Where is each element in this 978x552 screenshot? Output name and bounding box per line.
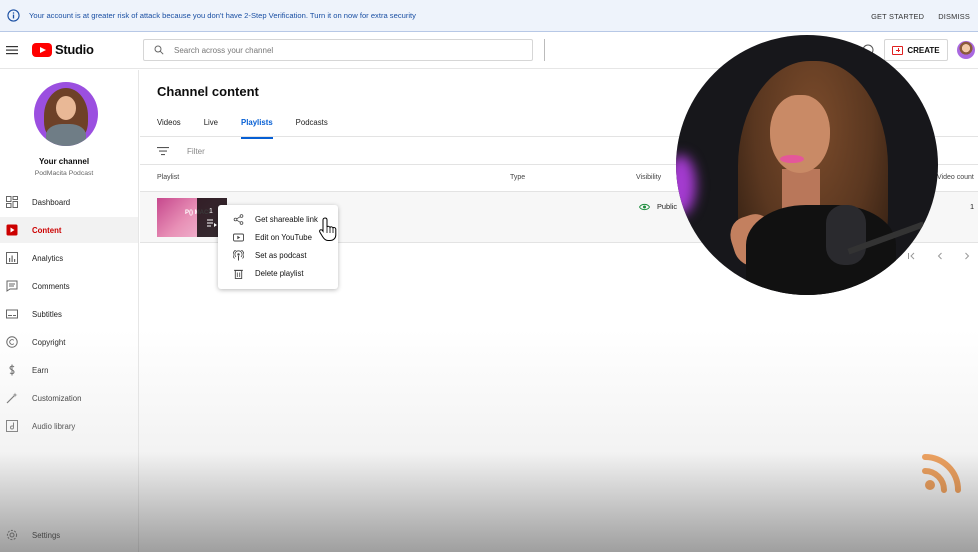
podcast-icon (233, 250, 244, 261)
create-video-icon (892, 45, 904, 55)
menu-item-set-as-podcast[interactable]: Set as podcast (218, 246, 338, 264)
info-icon (7, 9, 20, 22)
sidebar-item-label: Subtitles (32, 309, 62, 319)
audio-library-icon (6, 420, 18, 432)
playlist-icon (207, 219, 217, 227)
menu-icon[interactable] (6, 44, 18, 56)
search-box[interactable] (143, 39, 533, 61)
customization-icon (6, 392, 18, 404)
sidebar-item-label: Copyright (32, 337, 66, 347)
sidebar-item-content[interactable]: Content (0, 217, 138, 243)
sidebar-item-label: Analytics (32, 253, 64, 263)
hand-cursor-icon (319, 217, 337, 241)
search-input[interactable] (174, 45, 504, 55)
content-icon (6, 224, 18, 236)
create-label: CREATE (907, 45, 940, 55)
dismiss-button[interactable]: DISMISS (938, 12, 970, 21)
your-channel-label: Your channel (38, 157, 90, 166)
account-avatar[interactable] (957, 41, 975, 59)
menu-item-label: Set as podcast (255, 250, 307, 260)
next-page-icon[interactable] (962, 251, 972, 261)
sidebar-item-analytics[interactable]: Analytics (0, 245, 138, 271)
sidebar-item-label: Dashboard (32, 197, 71, 207)
sidebar: Your channel PodMacita Podcast Dashboard… (0, 70, 139, 552)
column-header-visibility[interactable]: Visibility (636, 174, 661, 181)
page-title: Channel content (157, 84, 259, 99)
microphone (826, 205, 866, 265)
sidebar-item-comments[interactable]: Comments (0, 273, 138, 299)
create-button[interactable]: CREATE (884, 39, 948, 61)
column-header-video-count[interactable]: Video count (937, 174, 974, 181)
search-icon (154, 45, 164, 55)
column-header-playlist[interactable]: Playlist (157, 174, 179, 181)
sidebar-item-earn[interactable]: Earn (0, 357, 138, 383)
playlist-thumbnail[interactable]: P() MACI 1 (157, 198, 227, 237)
webcam-overlay (676, 35, 938, 295)
menu-item-label: Delete playlist (255, 268, 304, 278)
analytics-icon (6, 252, 18, 264)
filter-input[interactable]: Filter (187, 147, 205, 156)
copyright-icon (6, 336, 18, 348)
share-icon (233, 214, 244, 225)
youtube-icon (233, 233, 244, 242)
first-page-icon[interactable] (907, 251, 917, 261)
video-count-value: 1 (970, 202, 975, 211)
header-divider (544, 39, 545, 61)
subtitles-icon (6, 309, 18, 319)
menu-item-label: Get shareable link (255, 214, 318, 224)
comments-icon (6, 280, 18, 292)
logo-text: Studio (55, 42, 94, 57)
menu-item-delete-playlist[interactable]: Delete playlist (218, 264, 338, 282)
rss-icon (922, 454, 961, 493)
sidebar-item-label: Content (32, 225, 62, 235)
banner-message: Your account is at greater risk of attac… (29, 11, 416, 20)
sidebar-item-label: Audio library (32, 421, 76, 431)
visibility-value: Public (657, 202, 678, 211)
trash-icon (234, 269, 243, 279)
sidebar-item-copyright[interactable]: Copyright (0, 329, 138, 355)
eye-icon (639, 203, 650, 211)
sidebar-item-customization[interactable]: Customization (0, 385, 138, 411)
filter-icon[interactable] (157, 146, 169, 156)
sidebar-item-label: Customization (32, 393, 82, 403)
sidebar-item-label: Settings (32, 530, 61, 540)
sidebar-item-settings[interactable]: Settings (0, 522, 138, 548)
previous-page-icon[interactable] (935, 251, 945, 261)
sidebar-item-label: Comments (32, 281, 70, 291)
column-header-type[interactable]: Type (510, 174, 525, 181)
channel-avatar[interactable] (34, 82, 98, 146)
dashboard-icon (6, 196, 18, 208)
youtube-logo-icon (32, 42, 52, 57)
channel-name: PodMacita Podcast (34, 170, 94, 177)
playlist-count-badge: 1 (209, 208, 213, 215)
menu-item-label: Edit on YouTube (255, 232, 312, 242)
sidebar-item-subtitles[interactable]: Subtitles (0, 301, 138, 327)
get-started-button[interactable]: GET STARTED (871, 12, 924, 21)
sidebar-item-label: Earn (32, 365, 49, 375)
sidebar-item-audio-library[interactable]: Audio library (0, 413, 138, 439)
gear-icon (6, 529, 18, 541)
sidebar-item-dashboard[interactable]: Dashboard (0, 189, 138, 215)
earn-icon (9, 364, 15, 376)
security-banner: Your account is at greater risk of attac… (0, 0, 978, 32)
studio-logo[interactable]: Studio (32, 42, 94, 57)
